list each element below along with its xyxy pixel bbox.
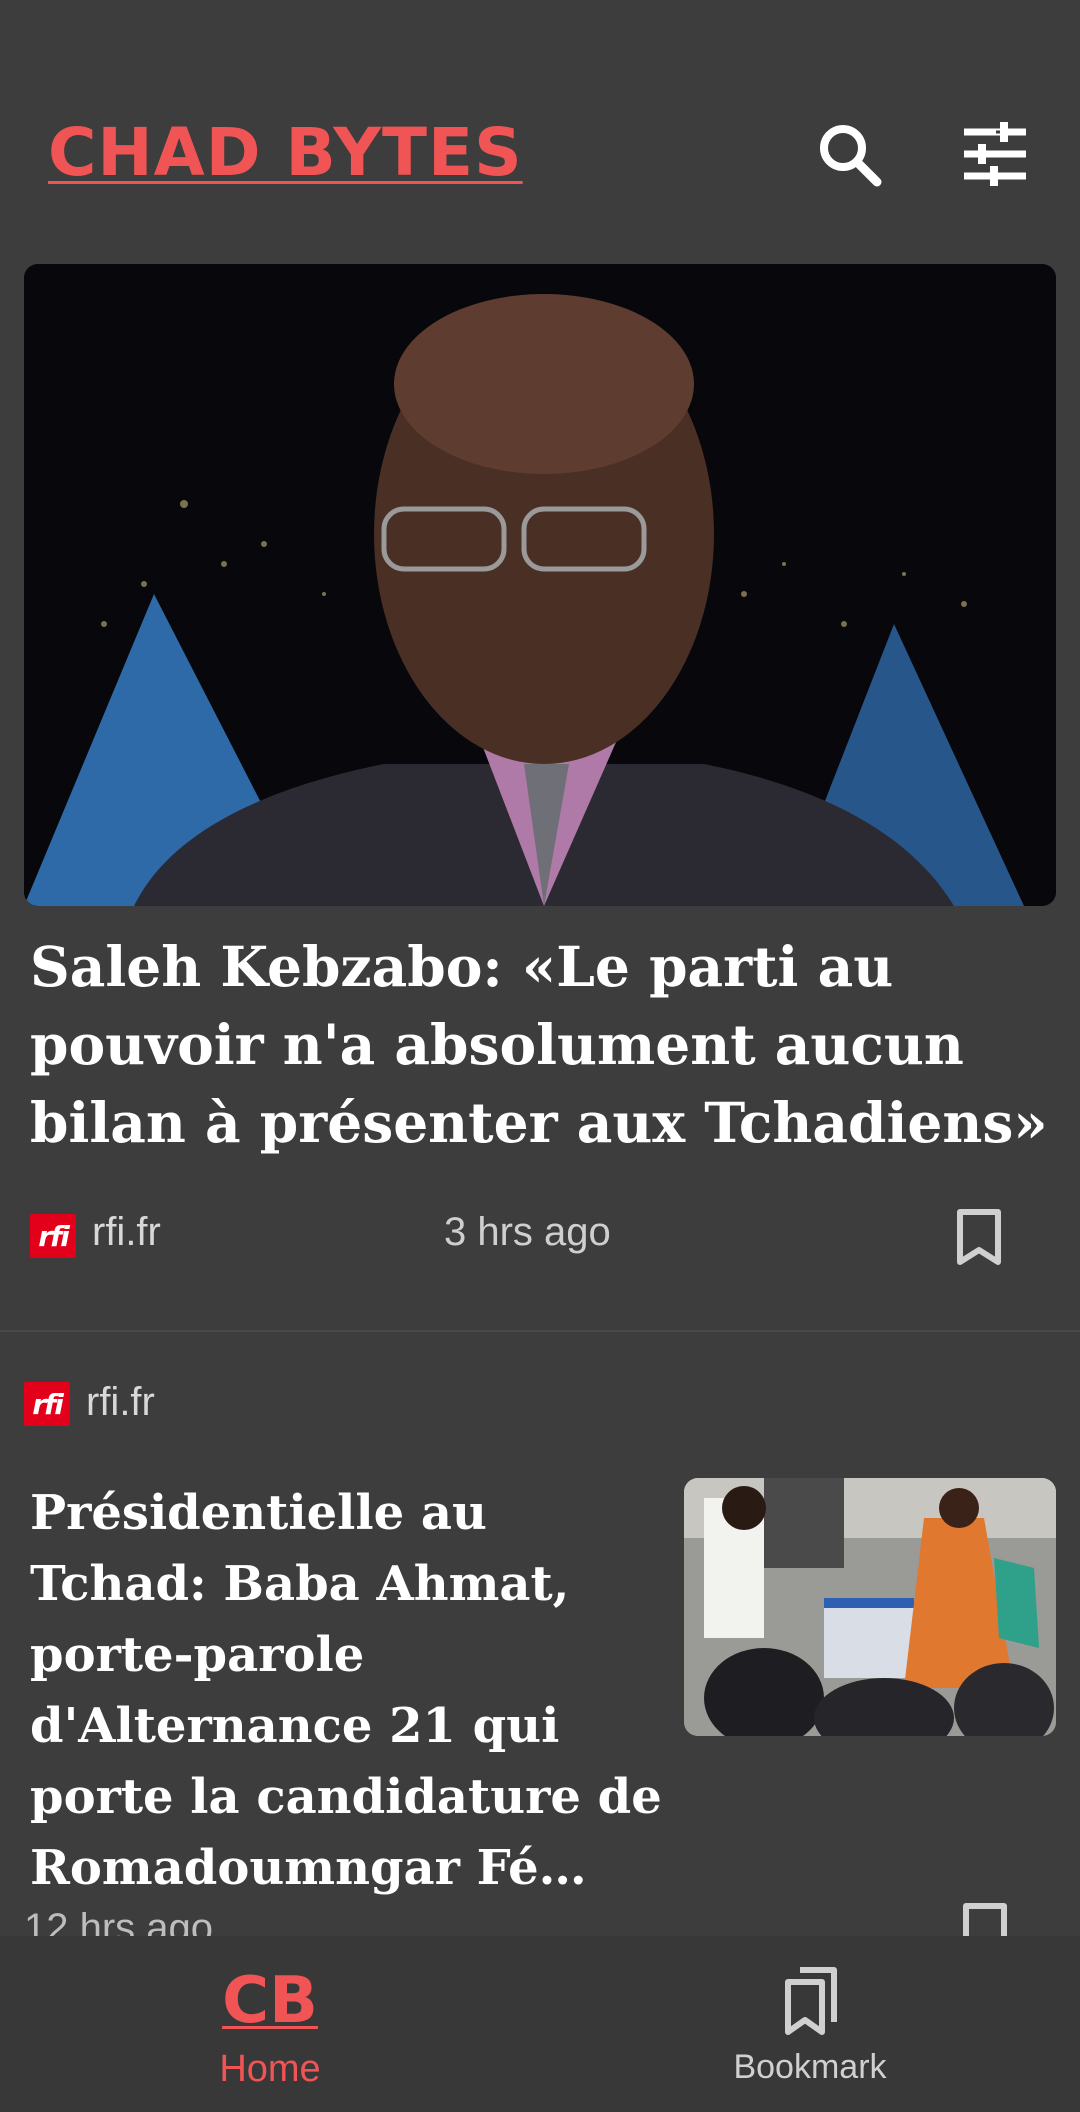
bookmark-icon[interactable] <box>954 1208 1004 1266</box>
article-meta: rfi rfi.fr 3 hrs ago <box>30 1208 1050 1268</box>
rfi-logo-icon: rfi <box>30 1214 76 1258</box>
bottom-navigation: CB Home Bookmark <box>0 1936 1080 2112</box>
app-header: CHAD BYTES <box>0 0 1080 262</box>
search-icon[interactable] <box>815 120 885 190</box>
nav-bookmark-label: Bookmark <box>733 2048 887 2086</box>
nav-home[interactable]: CB Home <box>160 1936 380 2112</box>
article-source-row: rfi rfi.fr <box>24 1380 324 1430</box>
nav-bookmark[interactable]: Bookmark <box>700 1936 920 2112</box>
bookmarks-icon <box>782 1966 840 2036</box>
home-logo-icon: CB <box>222 1964 318 2038</box>
article-hero-image[interactable] <box>24 264 1056 906</box>
article-thumbnail[interactable] <box>684 1478 1056 1736</box>
sliders-icon[interactable] <box>960 120 1030 190</box>
article-time: 3 hrs ago <box>444 1210 611 1254</box>
article-source[interactable]: rfi.fr <box>86 1380 155 1425</box>
rfi-logo-icon: rfi <box>24 1382 70 1426</box>
article-headline[interactable]: Saleh Kebzabo: «Le parti au pouvoir n'a … <box>30 928 1050 1162</box>
article-headline[interactable]: Présidentielle au Tchad: Baba Ahmat, por… <box>30 1478 670 1904</box>
nav-home-label: Home <box>219 2048 321 2090</box>
app-title[interactable]: CHAD BYTES <box>48 114 523 191</box>
divider <box>0 1330 1080 1332</box>
article-source[interactable]: rfi.fr <box>92 1210 161 1255</box>
